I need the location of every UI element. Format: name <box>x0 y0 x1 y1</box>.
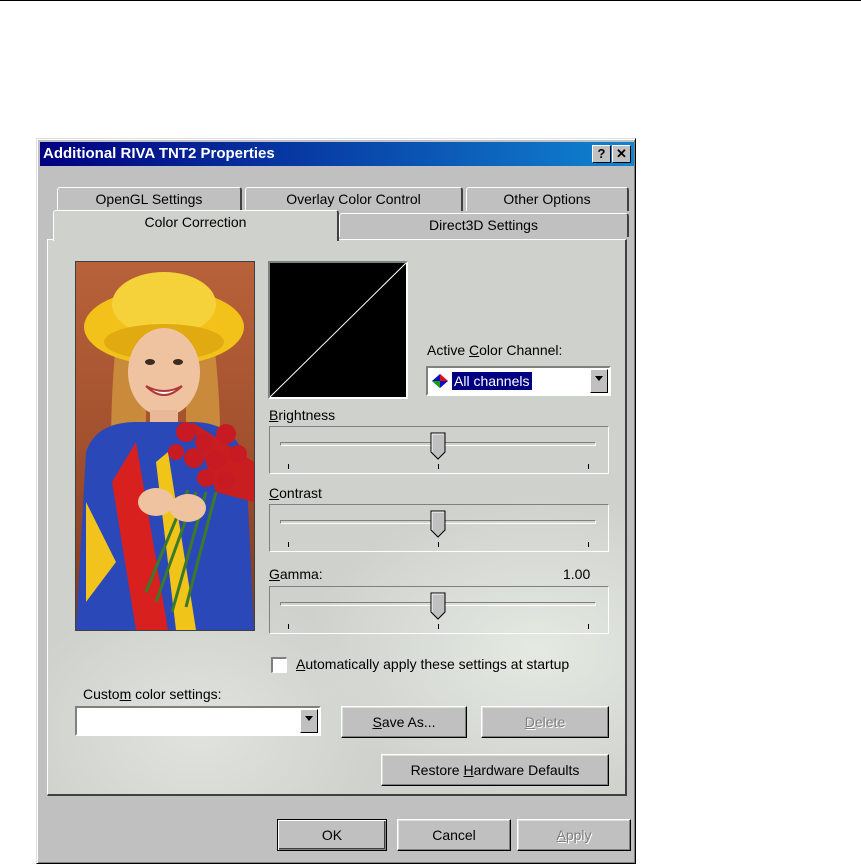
color-channel-value: All channels <box>451 371 533 391</box>
window-title: Additional RIVA TNT2 Properties <box>43 145 275 162</box>
tab-other-options[interactable]: Other Options <box>466 187 629 211</box>
color-channel-select[interactable]: All channels <box>426 366 611 396</box>
gamma-slider[interactable] <box>269 586 609 634</box>
tick <box>288 542 289 547</box>
ok-button[interactable]: OK <box>277 819 387 851</box>
tick <box>288 464 289 469</box>
delete-button[interactable]: Delete <box>481 706 609 738</box>
tick <box>438 542 439 547</box>
color-channel-dropdown-button[interactable] <box>590 369 608 393</box>
gamma-thumb[interactable] <box>430 592 446 620</box>
page-top-rule <box>0 0 861 1</box>
tick <box>288 624 289 629</box>
gamma-value: 1.00 <box>563 566 591 582</box>
contrast-label: Contrast <box>269 485 322 501</box>
tab-overlay-color-control[interactable]: Overlay Color Control <box>245 187 463 211</box>
auto-apply-label[interactable]: Automatically apply these settings at st… <box>296 656 569 672</box>
save-as-button[interactable]: Save As... <box>341 706 467 738</box>
contrast-thumb[interactable] <box>430 510 446 538</box>
tick <box>588 464 589 469</box>
close-button[interactable]: ✕ <box>612 145 631 163</box>
chevron-down-icon <box>595 376 603 381</box>
help-button[interactable]: ? <box>592 145 611 163</box>
tick <box>588 624 589 629</box>
brightness-label: Brightness <box>269 407 336 423</box>
apply-button[interactable]: Apply <box>517 819 631 851</box>
color-curve-preview <box>268 261 408 399</box>
brightness-slider[interactable] <box>269 426 609 474</box>
rgb-channels-icon <box>432 374 448 388</box>
custom-color-settings-select[interactable] <box>75 706 321 736</box>
close-icon: ✕ <box>616 146 627 161</box>
tab-direct3d-settings[interactable]: Direct3D Settings <box>339 213 629 237</box>
brightness-thumb[interactable] <box>430 432 446 460</box>
auto-apply-checkbox[interactable] <box>271 657 287 673</box>
title-bar[interactable]: Additional RIVA TNT2 Properties ? ✕ <box>40 142 634 166</box>
custom-settings-dropdown-button[interactable] <box>300 709 318 733</box>
preview-photo <box>75 261 255 631</box>
chevron-down-icon <box>305 716 313 721</box>
tick <box>438 464 439 469</box>
custom-color-settings-label: Custom color settings: <box>83 686 222 702</box>
gamma-label: Gamma: <box>269 566 323 582</box>
contrast-slider[interactable] <box>269 504 609 552</box>
tick <box>438 624 439 629</box>
active-color-channel-label: Active Color Channel: <box>427 342 563 358</box>
cancel-button[interactable]: Cancel <box>397 819 511 851</box>
tab-opengl-settings[interactable]: OpenGL Settings <box>57 187 242 211</box>
restore-hardware-defaults-button[interactable]: Restore Hardware Defaults <box>381 754 609 786</box>
properties-dialog: Additional RIVA TNT2 Properties ? ✕ Open… <box>36 138 636 864</box>
tab-color-correction[interactable]: Color Correction <box>53 210 339 241</box>
tick <box>588 542 589 547</box>
woman-with-flowers-image <box>76 262 254 630</box>
gamma-curve-graph <box>269 262 407 398</box>
